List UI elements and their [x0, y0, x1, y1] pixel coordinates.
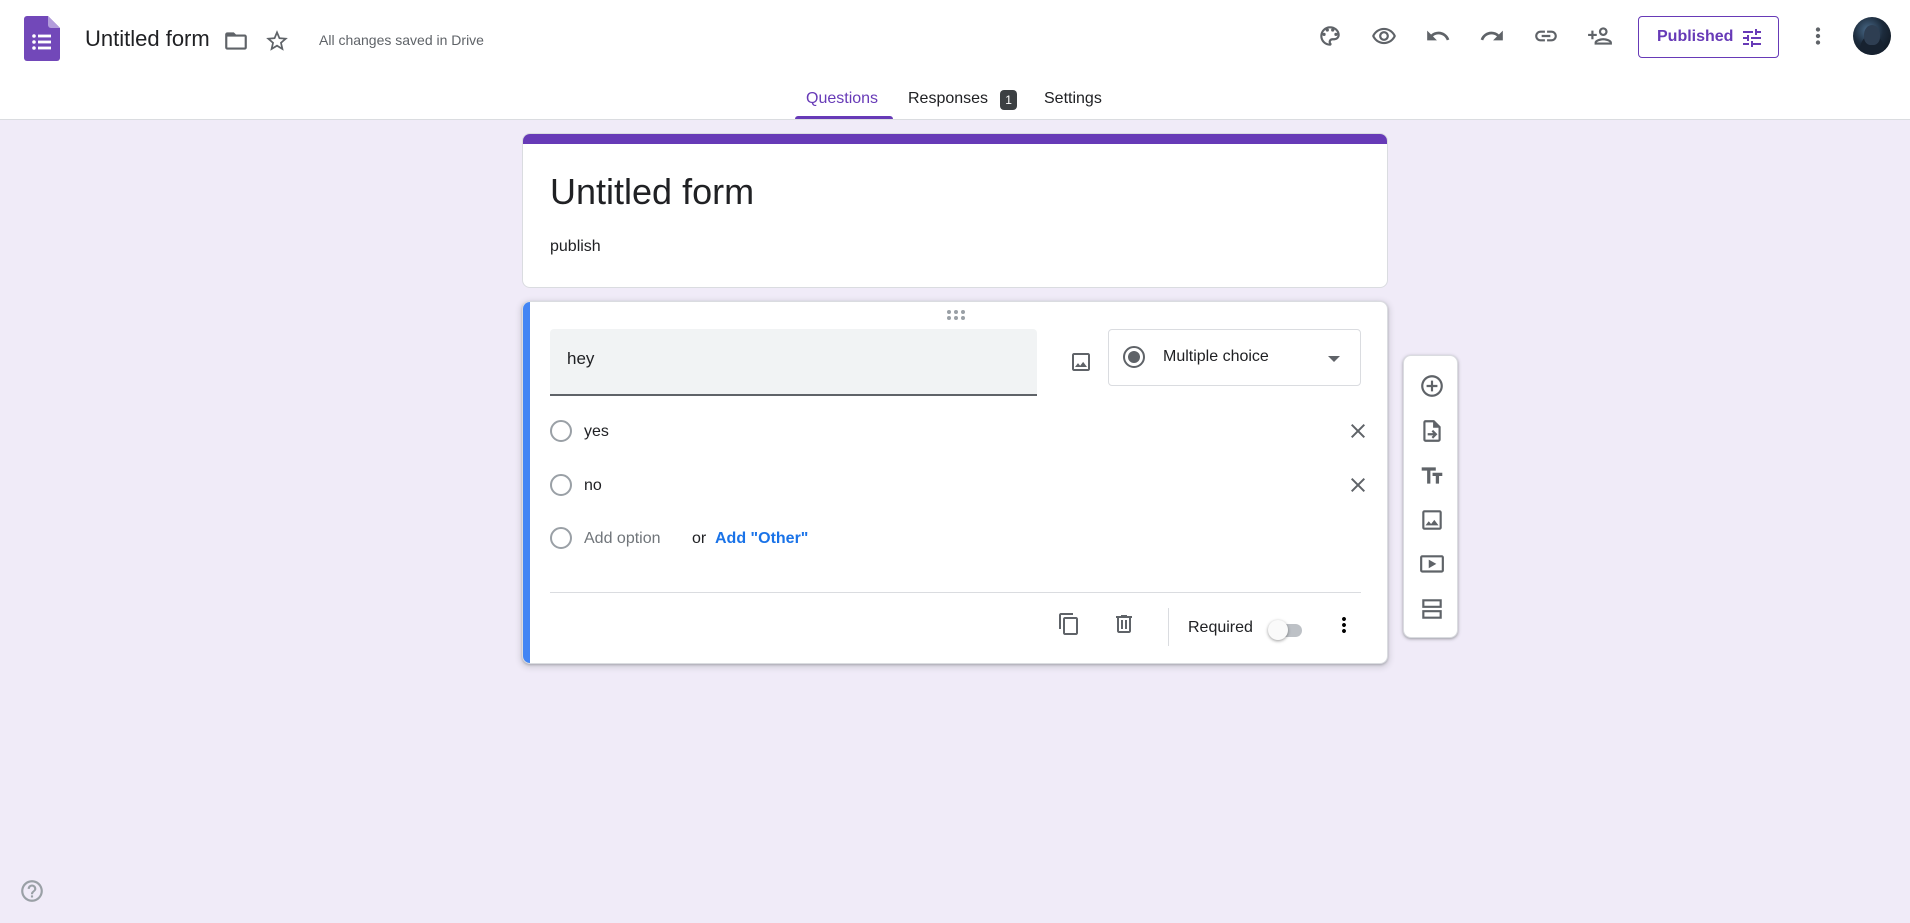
or-text: or: [692, 530, 707, 547]
import-questions-icon[interactable]: [1416, 415, 1448, 447]
add-option-input[interactable]: Add option: [584, 530, 661, 548]
dropdown-arrow-icon: [1328, 356, 1340, 362]
help-icon[interactable]: [19, 878, 45, 904]
tab-questions[interactable]: Questions: [806, 90, 878, 125]
toggle-thumb: [1268, 620, 1288, 640]
option-label[interactable]: no: [584, 477, 602, 495]
app-header: Untitled form All changes saved in Drive…: [0, 0, 1910, 120]
footer-vertical-divider: [1168, 608, 1169, 646]
tab-settings[interactable]: Settings: [1044, 90, 1102, 125]
question-type-dropdown[interactable]: Multiple choice: [1108, 329, 1361, 386]
palette-icon[interactable]: [1316, 22, 1344, 50]
document-title[interactable]: Untitled form: [85, 26, 210, 52]
published-button[interactable]: Published: [1638, 16, 1779, 58]
tab-responses-label: Responses: [908, 90, 989, 107]
remove-option-icon[interactable]: [1342, 415, 1374, 447]
choice-option: yes: [550, 418, 1365, 448]
add-section-icon[interactable]: [1416, 593, 1448, 625]
link-icon[interactable]: [1532, 22, 1560, 50]
folder-icon[interactable]: [222, 27, 250, 55]
add-other-button[interactable]: Add "Other": [715, 530, 808, 548]
tab-settings-label: Settings: [1044, 90, 1102, 107]
radio-unchecked-icon: [550, 527, 572, 549]
form-description[interactable]: publish: [550, 238, 601, 256]
add-option-row: Add option or Add "Other": [550, 525, 1350, 555]
more-vert-icon[interactable]: [1804, 22, 1832, 50]
star-icon[interactable]: [263, 27, 291, 55]
option-label[interactable]: yes: [584, 423, 609, 441]
undo-icon[interactable]: [1424, 22, 1452, 50]
forms-logo-icon[interactable]: [24, 16, 60, 61]
active-tab-indicator: [795, 116, 893, 119]
drag-handle-icon[interactable]: [947, 310, 969, 324]
radio-unchecked-icon: [550, 420, 572, 442]
add-question-icon[interactable]: [1416, 370, 1448, 402]
question-more-icon[interactable]: [1329, 609, 1359, 641]
theme-accent-bar: [523, 134, 1387, 144]
question-text-input[interactable]: hey: [550, 329, 1037, 396]
form-title-card[interactable]: Untitled form publish: [522, 133, 1388, 288]
remove-option-icon[interactable]: [1342, 469, 1374, 501]
add-image-icon[interactable]: [1416, 504, 1448, 536]
save-status: All changes saved in Drive: [319, 32, 484, 48]
question-toolbar: [1403, 355, 1458, 638]
delete-icon[interactable]: [1108, 608, 1140, 640]
question-footer-divider: [550, 592, 1361, 593]
person-add-icon[interactable]: [1586, 22, 1614, 50]
eye-icon[interactable]: [1370, 22, 1398, 50]
active-question-indicator: [523, 302, 530, 663]
add-image-icon[interactable]: [1063, 344, 1099, 380]
account-avatar[interactable]: [1853, 17, 1891, 55]
required-label: Required: [1188, 619, 1253, 636]
tab-responses[interactable]: Responses 1: [908, 90, 1018, 125]
radio-unchecked-icon: [550, 474, 572, 496]
responses-count-badge: 1: [1000, 90, 1018, 110]
radio-button-checked-icon: [1123, 346, 1145, 368]
duplicate-icon[interactable]: [1053, 608, 1085, 640]
add-video-icon[interactable]: [1416, 549, 1448, 581]
tune-icon: [1743, 29, 1761, 47]
tab-questions-label: Questions: [806, 90, 879, 107]
choice-option: no: [550, 472, 1365, 502]
question-card[interactable]: hey Multiple choice yes no Add option or…: [522, 301, 1388, 664]
add-title-icon[interactable]: [1416, 460, 1448, 492]
form-title[interactable]: Untitled form: [550, 171, 754, 213]
redo-icon[interactable]: [1478, 22, 1506, 50]
required-toggle[interactable]: [1268, 619, 1304, 641]
published-label: Published: [1657, 28, 1734, 45]
question-type-label: Multiple choice: [1163, 348, 1269, 365]
